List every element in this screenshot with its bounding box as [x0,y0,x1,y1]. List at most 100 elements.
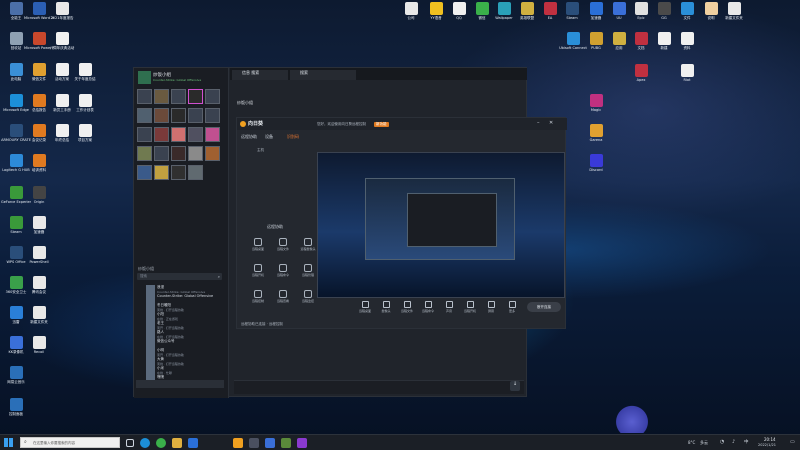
edge-icon[interactable] [140,438,150,448]
notification-icon[interactable]: ▭ [790,439,795,445]
desktop-icon[interactable]: 新建文件夹 [719,2,749,32]
desktop-icon[interactable]: Riot [672,64,702,94]
desktop-icon[interactable]: 腾讯会议 [24,276,54,306]
desktop-icon-label: 腾讯会议 [32,290,46,294]
app-icon[interactable] [233,438,243,448]
task-view-icon[interactable] [126,439,134,447]
list-search-bar[interactable] [136,380,224,388]
avatar[interactable] [205,146,220,161]
desktop-icon[interactable]: Recoil [24,336,54,366]
app-icon [404,2,418,15]
app-icon [680,32,694,45]
avatar[interactable] [205,108,220,123]
desktop-icon[interactable]: 关于年度总结 [70,63,100,93]
avatar[interactable] [205,127,220,142]
avatar[interactable] [188,127,203,142]
toolbar-button[interactable]: 更多 [504,301,520,313]
desktop-icon[interactable]: 网易云音乐 [1,366,31,396]
tool-icon [508,301,516,308]
avatar[interactable] [154,127,169,142]
toolbar-label: 屏幕 [487,309,494,313]
search-placeholder: 在这里输入你要搜索的内容 [33,441,75,445]
desktop-icon[interactable]: Magic [581,94,611,124]
wechat-icon[interactable] [156,438,166,448]
app-icon[interactable] [265,438,275,448]
avatar[interactable] [171,127,186,142]
desktop-icon-label: 加速器 [33,230,45,234]
store-icon[interactable] [188,438,198,448]
clock-date[interactable]: 2022/1/21 [758,443,776,447]
new-badge[interactable]: 新功能 [374,122,389,127]
tab-devices[interactable]: 设备 [265,134,273,140]
desktop-icon[interactable]: 新建文件夹 [24,306,54,336]
avatar[interactable] [171,165,186,180]
toolbar-button[interactable]: 声音 [441,301,457,313]
desktop-icon[interactable]: 八周年庆典活动 [47,32,77,62]
desktop-icon-label: Riot [683,78,691,82]
end-session-button[interactable]: 断开连接 [527,302,561,312]
app-icon[interactable] [297,438,307,448]
send-icon[interactable]: ↓ [510,381,520,391]
toolbar-button[interactable]: 远程命令 [420,301,436,313]
avatar[interactable] [154,165,169,180]
toolbar-button[interactable]: 远程文件 [399,301,415,313]
toolbar-button[interactable]: 远程桌面 [357,301,373,313]
desktop-icon[interactable]: Discord [581,154,611,184]
app-icon [475,2,489,15]
desktop-icon[interactable]: Apex [626,64,656,94]
search-icon: ⌕ [217,274,220,279]
device-label[interactable]: 主机 [257,148,264,153]
avatar[interactable] [188,165,203,180]
message-input[interactable] [234,380,524,394]
desktop-icon[interactable]: 控制面板 [1,398,31,428]
close-button[interactable]: ✕ [549,120,553,126]
avatar[interactable] [154,108,169,123]
desktop-icon[interactable]: 项目方案 [70,124,100,154]
weather-temp[interactable]: 8°C [688,440,695,445]
avatar[interactable] [188,146,203,161]
desktop-icon[interactable]: Origin [24,186,54,216]
avatar[interactable] [154,146,169,161]
desktop-icon[interactable]: PowerShell [24,246,54,276]
ime-icon[interactable]: 中 [744,439,749,445]
avatar[interactable] [137,108,152,123]
tab-code[interactable]: 识别码 [287,134,299,140]
app-icon[interactable] [281,438,291,448]
group-avatar[interactable] [138,71,151,84]
clock-time[interactable]: 20:14 [764,437,776,442]
avatar[interactable] [137,165,152,180]
desktop-icon[interactable]: 2021年度报告 [47,2,77,32]
app-icon [32,306,46,319]
avatar[interactable] [154,89,169,104]
tab-search[interactable]: 搜索 [290,70,356,80]
network-icon[interactable]: ◔ [720,439,724,445]
desktop-icon[interactable]: 培训资料 [24,154,54,184]
app-icon [32,186,46,199]
avatar[interactable] [171,89,186,104]
toolbar-button[interactable]: 摄像头 [378,301,394,313]
avatar[interactable] [171,146,186,161]
toolbar-button[interactable]: 屏幕 [483,301,499,313]
avatar[interactable] [205,89,220,104]
desktop-icon[interactable]: Garena [581,124,611,154]
minimize-button[interactable]: – [537,120,540,126]
desktop-icon[interactable]: 资料 [672,32,702,62]
taskbar-search[interactable]: ⌕ 在这里输入你要搜索的内容 [20,437,120,448]
avatar[interactable] [171,108,186,123]
avatar[interactable] [137,146,152,161]
toolbar-button[interactable]: 远程开机 [462,301,478,313]
desktop-icon[interactable]: 加速器 [24,216,54,246]
chat-app-icon[interactable] [249,438,259,448]
tab-info[interactable]: 信息 搜索 [232,70,288,80]
avatar[interactable] [188,108,203,123]
desktop-icon[interactable]: 工作计划表 [70,94,100,124]
volume-icon[interactable]: ♪ [732,439,735,445]
avatar[interactable] [137,89,152,104]
tab-remote-assist[interactable]: 远程协助 [241,134,257,140]
avatar[interactable] [137,127,152,142]
app-icon [9,32,23,45]
avatar[interactable] [188,89,203,104]
explorer-icon[interactable] [172,438,182,448]
search-input[interactable]: 搜索 ⌕ [137,273,222,280]
start-button[interactable] [4,438,13,447]
